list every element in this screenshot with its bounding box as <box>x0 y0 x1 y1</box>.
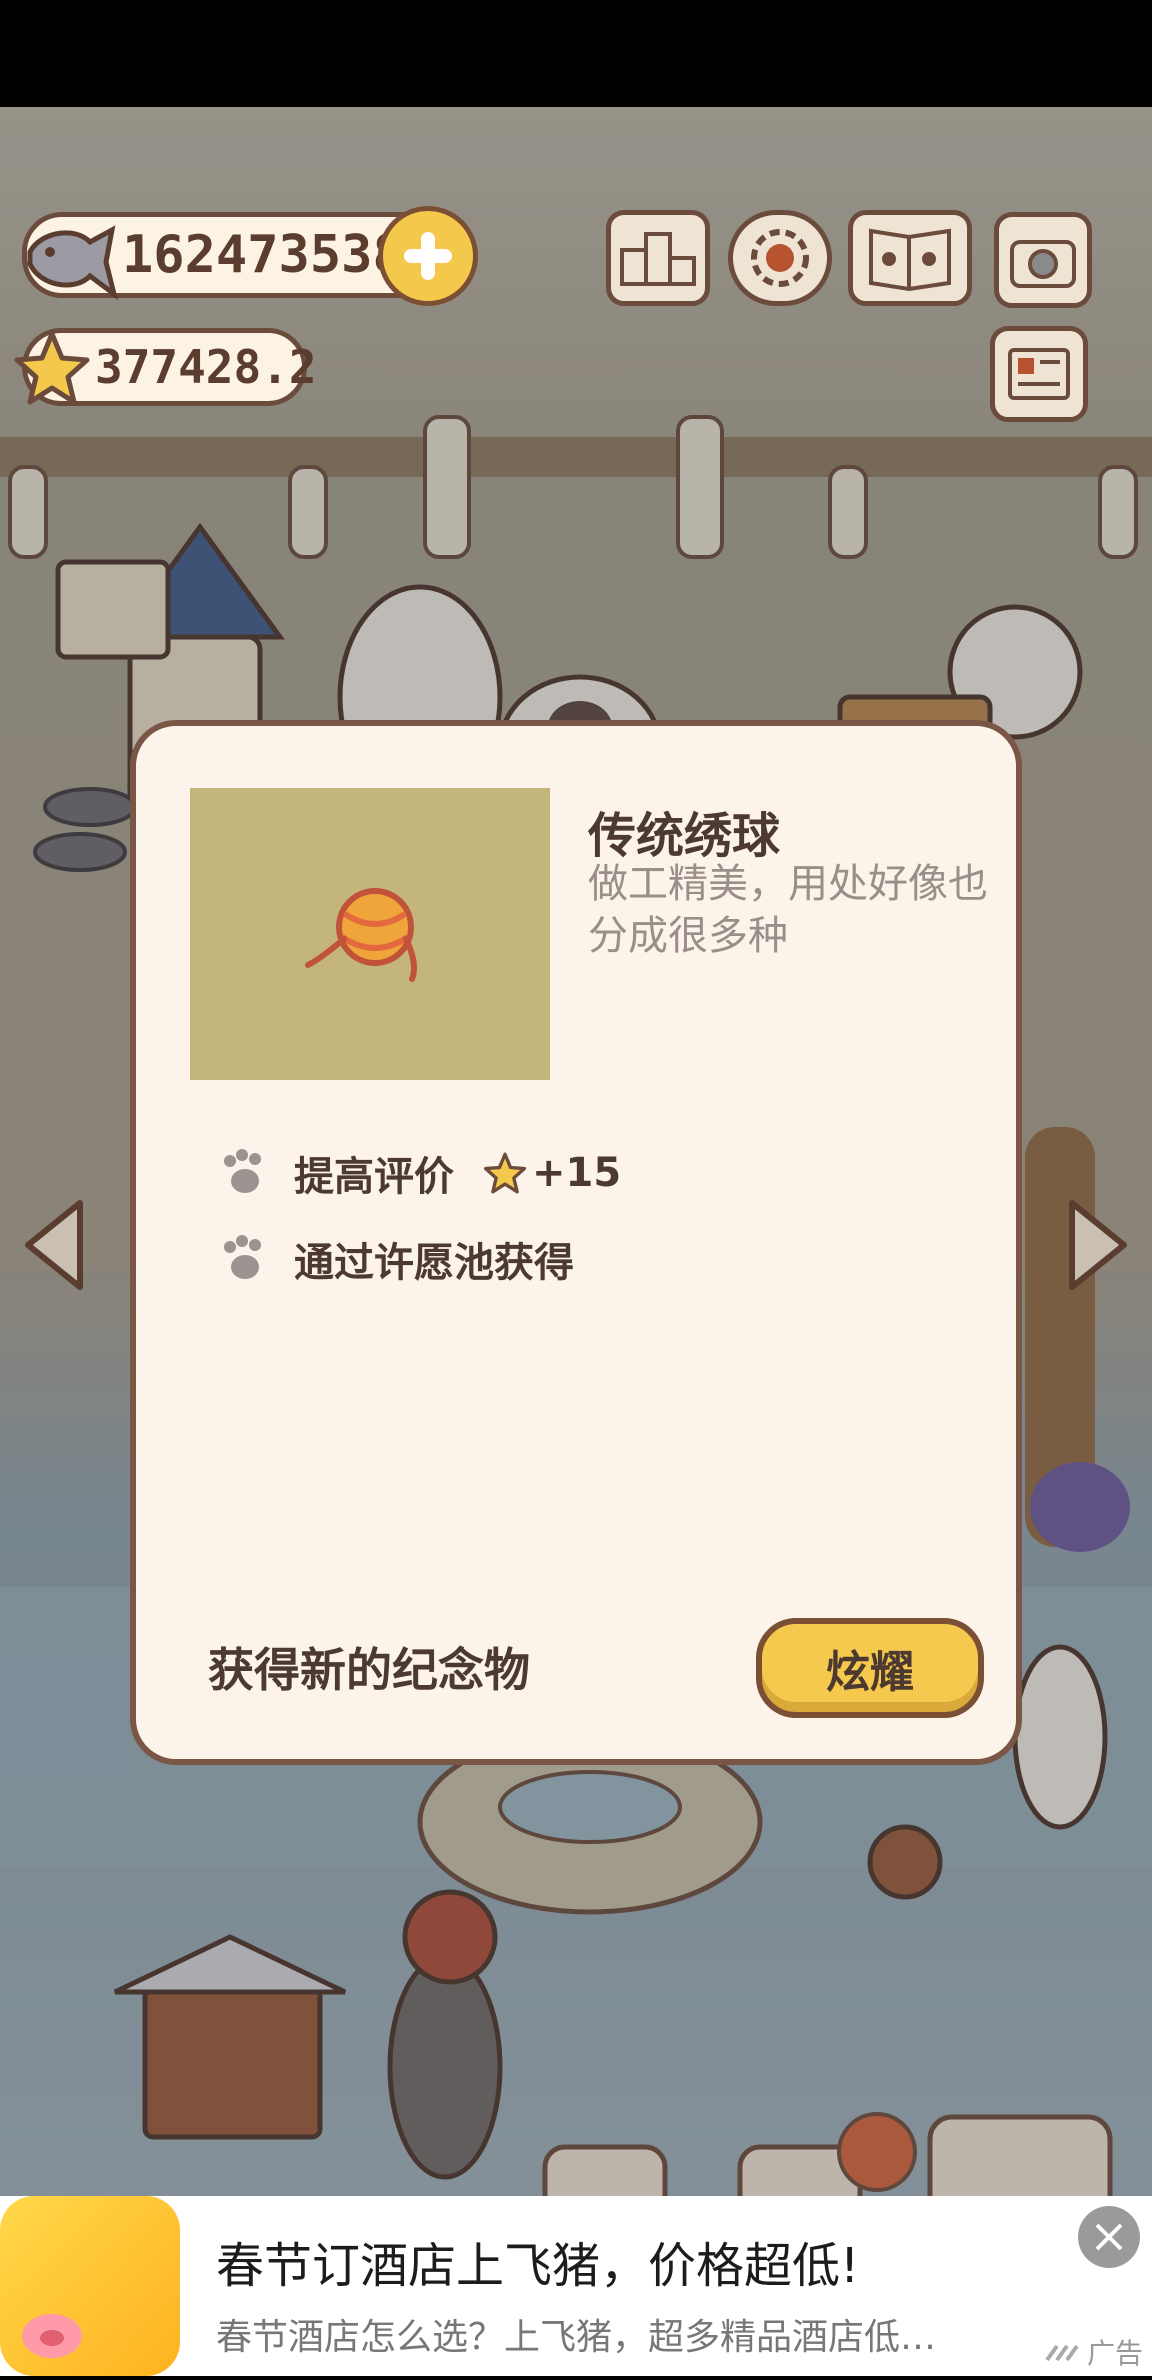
new-souvenir-text: 获得新的纪念物 <box>208 1643 530 1697</box>
item-name: 传统绣球 <box>588 808 781 864</box>
ranking-button[interactable] <box>606 210 710 306</box>
close-icon <box>1095 2223 1123 2251</box>
item-image <box>190 788 550 1080</box>
add-fish-button[interactable] <box>378 206 478 306</box>
rating-bonus-value: +15 <box>532 1150 622 1196</box>
ad-title[interactable]: 春节订酒店上飞猪，价格超低! <box>216 2226 859 2296</box>
stat-label: 通过许愿池获得 <box>294 1240 574 1286</box>
ranking-icon <box>620 232 696 286</box>
cat-book-button[interactable] <box>848 210 972 306</box>
newspaper-icon <box>1008 348 1070 400</box>
ad-banner[interactable]: 春节订酒店上飞猪，价格超低! 春节酒店怎么选？上飞猪，超多精品酒店低… 广告 <box>0 2196 1152 2376</box>
ad-label: 广告 <box>1045 2332 1143 2372</box>
ad-app-logo[interactable] <box>0 2196 180 2376</box>
share-button[interactable]: 炫耀 <box>756 1618 984 1718</box>
previous-arrow-button[interactable] <box>20 1195 90 1295</box>
ad-mark-text: 广告 <box>1087 2337 1144 2370</box>
stat-row-source: 通过许愿池获得 <box>218 1230 574 1288</box>
embroidered-ball-icon <box>305 888 417 982</box>
star-icon <box>484 1152 526 1194</box>
rating-bonus: +15 <box>484 1150 621 1196</box>
stat-label: 提高评价 <box>294 1154 454 1200</box>
camera-button[interactable] <box>994 212 1092 308</box>
paw-icon <box>224 1235 261 1279</box>
ad-network-icon <box>1045 2344 1079 2362</box>
newspaper-button[interactable] <box>990 326 1088 422</box>
star-rating-value: 377428.2 <box>95 340 317 394</box>
camera-icon <box>1010 240 1076 288</box>
pig-icon <box>22 2314 82 2358</box>
item-description: 做工精美，用处好像也分成很多种 <box>588 861 988 959</box>
stat-row-rating: 提高评价 +15 <box>218 1144 621 1202</box>
ad-subtitle[interactable]: 春节酒店怎么选？上飞猪，超多精品酒店低… <box>216 2308 976 2360</box>
paw-book-icon <box>869 228 951 292</box>
fish-icon <box>27 225 119 301</box>
plus-icon <box>404 232 452 280</box>
fish-count: 162473538 <box>122 225 404 285</box>
next-arrow-button[interactable] <box>1062 1195 1132 1295</box>
status-bar <box>0 0 1152 107</box>
ad-close-button[interactable] <box>1078 2206 1140 2268</box>
star-icon <box>14 331 90 405</box>
settings-button[interactable] <box>728 210 832 306</box>
paw-icon <box>224 1149 261 1193</box>
souvenir-dialog: 传统绣球 做工精美，用处好像也分成很多种 提高评价 +15 通过许愿池获得 获得… <box>130 720 1022 1765</box>
settings-gear-icon <box>751 229 809 287</box>
